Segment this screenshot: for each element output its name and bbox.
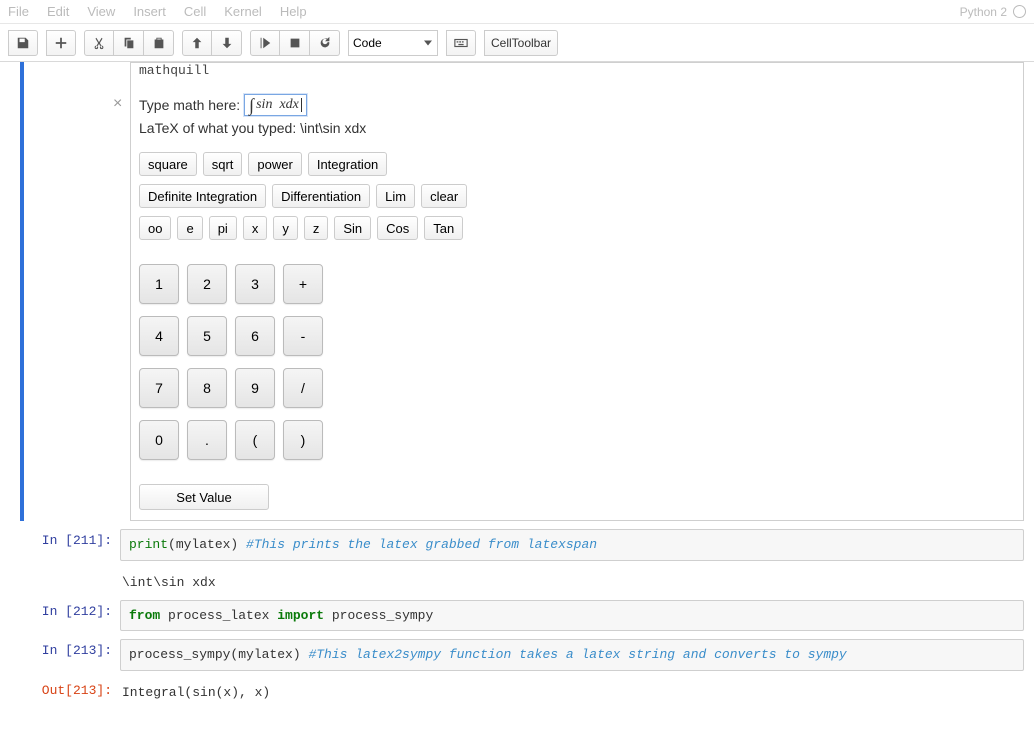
op-row-2: Definite Integration Differentiation Lim… bbox=[139, 184, 1015, 208]
code-input[interactable]: process_sympy(mylatex) #This latex2sympy… bbox=[120, 639, 1024, 671]
key-0[interactable]: 0 bbox=[139, 420, 179, 460]
save-icon bbox=[16, 36, 30, 50]
in-prompt: In [213]: bbox=[10, 639, 120, 671]
key-2[interactable]: 2 bbox=[187, 264, 227, 304]
output-211: \int\sin xdx bbox=[10, 569, 1024, 592]
key-8[interactable]: 8 bbox=[187, 368, 227, 408]
key-1[interactable]: 1 bbox=[139, 264, 179, 304]
key-6[interactable]: 6 bbox=[235, 316, 275, 356]
interrupt-button[interactable] bbox=[280, 30, 310, 56]
key-3[interactable]: 3 bbox=[235, 264, 275, 304]
text-cursor-icon bbox=[301, 98, 302, 112]
op-definite-integration[interactable]: Definite Integration bbox=[139, 184, 266, 208]
op-tan[interactable]: Tan bbox=[424, 216, 463, 240]
key-minus[interactable]: - bbox=[283, 316, 323, 356]
restart-icon bbox=[318, 36, 332, 50]
code-cell-212[interactable]: In [212]: from process_latex import proc… bbox=[10, 600, 1024, 632]
run-icon bbox=[258, 36, 272, 50]
op-square[interactable]: square bbox=[139, 152, 197, 176]
code-cell-213[interactable]: In [213]: process_sympy(mylatex) #This l… bbox=[10, 639, 1024, 671]
key-4[interactable]: 4 bbox=[139, 316, 179, 356]
key-plus[interactable]: + bbox=[283, 264, 323, 304]
scissors-icon bbox=[92, 36, 106, 50]
paste-icon bbox=[152, 36, 166, 50]
execute-result: Integral(sin(x), x) bbox=[120, 679, 1024, 702]
widget-module-label: mathquill bbox=[131, 63, 1023, 86]
cell-type-select[interactable]: Code bbox=[348, 30, 438, 56]
toolbar: Code CellToolbar bbox=[0, 24, 1034, 62]
arrow-down-icon bbox=[220, 36, 234, 50]
widget-output: mathquill × Type math here: ∫ sin xdx La… bbox=[130, 62, 1024, 521]
command-palette-button[interactable] bbox=[446, 30, 476, 56]
key-dot[interactable]: . bbox=[187, 420, 227, 460]
key-9[interactable]: 9 bbox=[235, 368, 275, 408]
op-sqrt[interactable]: sqrt bbox=[203, 152, 243, 176]
copy-icon bbox=[122, 36, 136, 50]
close-icon[interactable]: × bbox=[113, 95, 122, 113]
move-up-button[interactable] bbox=[182, 30, 212, 56]
stop-icon bbox=[288, 36, 302, 50]
menu-help[interactable]: Help bbox=[280, 4, 307, 19]
menu-view[interactable]: View bbox=[87, 4, 115, 19]
code-input[interactable]: from process_latex import process_sympy bbox=[120, 600, 1024, 632]
op-lim[interactable]: Lim bbox=[376, 184, 415, 208]
kernel-name: Python 2 bbox=[960, 5, 1007, 19]
move-down-button[interactable] bbox=[212, 30, 242, 56]
op-x[interactable]: x bbox=[243, 216, 268, 240]
integral-icon: ∫ bbox=[249, 96, 254, 114]
key-divide[interactable]: / bbox=[283, 368, 323, 408]
cut-button[interactable] bbox=[84, 30, 114, 56]
menu-edit[interactable]: Edit bbox=[47, 4, 69, 19]
menu-insert[interactable]: Insert bbox=[133, 4, 166, 19]
widget-cell[interactable]: mathquill × Type math here: ∫ sin xdx La… bbox=[20, 62, 1024, 521]
in-prompt: In [212]: bbox=[10, 600, 120, 632]
run-button[interactable] bbox=[250, 30, 280, 56]
menubar: File Edit View Insert Cell Kernel Help P… bbox=[0, 0, 1034, 24]
arrow-up-icon bbox=[190, 36, 204, 50]
keyboard-icon bbox=[454, 36, 468, 50]
code-cell-211[interactable]: In [211]: print(mylatex) #This prints th… bbox=[10, 529, 1024, 561]
op-y[interactable]: y bbox=[273, 216, 298, 240]
paste-button[interactable] bbox=[144, 30, 174, 56]
op-row-3: oo e pi x y z Sin Cos Tan bbox=[139, 216, 1015, 240]
key-7[interactable]: 7 bbox=[139, 368, 179, 408]
op-row-1: square sqrt power Integration bbox=[139, 152, 1015, 176]
output-213: Out[213]: Integral(sin(x), x) bbox=[10, 679, 1024, 702]
op-z[interactable]: z bbox=[304, 216, 329, 240]
menu-kernel[interactable]: Kernel bbox=[224, 4, 262, 19]
op-oo[interactable]: oo bbox=[139, 216, 171, 240]
restart-button[interactable] bbox=[310, 30, 340, 56]
kernel-indicator: Python 2 bbox=[960, 5, 1026, 19]
notebook-area: mathquill × Type math here: ∫ sin xdx La… bbox=[0, 62, 1034, 742]
op-integration[interactable]: Integration bbox=[308, 152, 387, 176]
kernel-status-icon bbox=[1013, 5, 1026, 18]
key-rparen[interactable]: ) bbox=[283, 420, 323, 460]
plus-icon bbox=[54, 36, 68, 50]
key-5[interactable]: 5 bbox=[187, 316, 227, 356]
latex-value: \int\sin xdx bbox=[300, 120, 366, 136]
keypad: 1 2 3 + 4 5 6 - 7 8 9 / 0 bbox=[131, 260, 1023, 484]
in-prompt: In [211]: bbox=[10, 529, 120, 561]
out-prompt: Out[213]: bbox=[10, 679, 120, 702]
insert-cell-button[interactable] bbox=[46, 30, 76, 56]
menu-cell[interactable]: Cell bbox=[184, 4, 206, 19]
cell-toolbar-button[interactable]: CellToolbar bbox=[484, 30, 558, 56]
op-e[interactable]: e bbox=[177, 216, 202, 240]
code-input[interactable]: print(mylatex) #This prints the latex gr… bbox=[120, 529, 1024, 561]
math-input[interactable]: ∫ sin xdx bbox=[244, 94, 307, 116]
menu-file[interactable]: File bbox=[8, 4, 29, 19]
latex-label: LaTeX of what you typed: bbox=[139, 120, 300, 136]
op-clear[interactable]: clear bbox=[421, 184, 467, 208]
stdout: \int\sin xdx bbox=[120, 569, 1024, 592]
op-differentiation[interactable]: Differentiation bbox=[272, 184, 370, 208]
copy-button[interactable] bbox=[114, 30, 144, 56]
type-math-label: Type math here: bbox=[139, 97, 240, 113]
op-power[interactable]: power bbox=[248, 152, 301, 176]
set-value-button[interactable]: Set Value bbox=[139, 484, 269, 510]
op-pi[interactable]: pi bbox=[209, 216, 237, 240]
op-cos[interactable]: Cos bbox=[377, 216, 418, 240]
op-sin[interactable]: Sin bbox=[334, 216, 371, 240]
key-lparen[interactable]: ( bbox=[235, 420, 275, 460]
save-button[interactable] bbox=[8, 30, 38, 56]
